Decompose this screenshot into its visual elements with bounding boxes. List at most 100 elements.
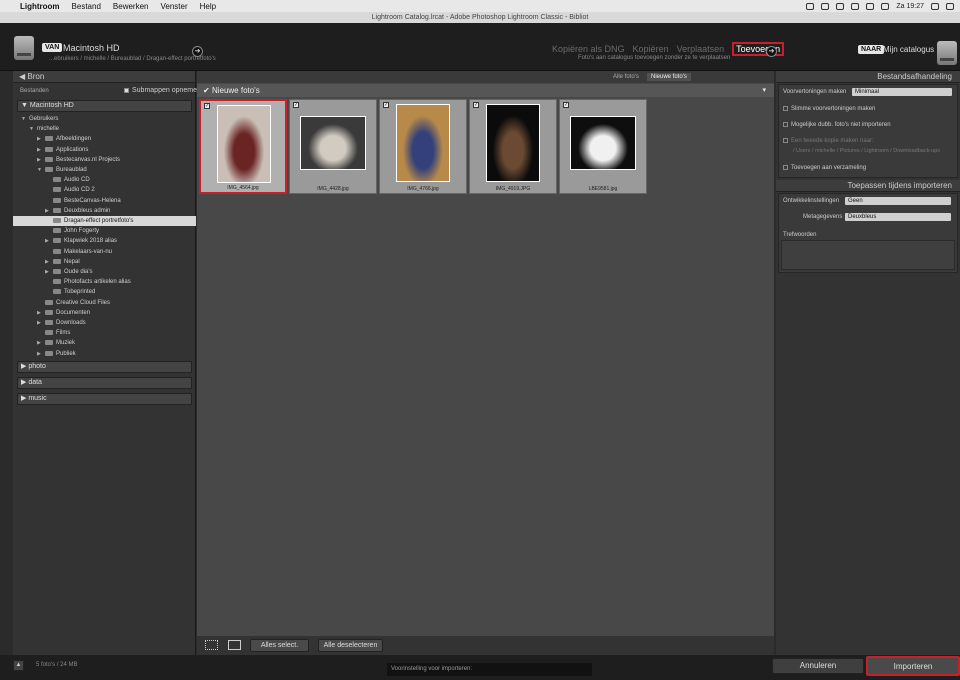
- checkbox-checked-icon[interactable]: ✓: [563, 102, 569, 108]
- check-icon[interactable]: ✔: [203, 86, 210, 95]
- volume-music[interactable]: ▶ music: [17, 393, 192, 405]
- section-header[interactable]: ✔ Nieuwe foto's ▾: [197, 84, 774, 97]
- checkbox-icon[interactable]: [783, 138, 788, 143]
- tree-item[interactable]: ▶ Klapwiek 2018 alias: [13, 236, 117, 246]
- tree-item[interactable]: Tobeprinted: [13, 287, 95, 297]
- tree-item[interactable]: Audio CD 2: [13, 185, 95, 195]
- expand-up-icon[interactable]: ▲: [13, 660, 24, 671]
- checkbox-icon[interactable]: [783, 165, 788, 170]
- tree-item[interactable]: John Fogerty: [13, 226, 99, 236]
- tree-item[interactable]: ▶ Applications: [13, 145, 88, 155]
- tree-item[interactable]: Photofacts artikelen alias: [13, 277, 131, 287]
- menu-bewerken[interactable]: Bewerken: [107, 2, 155, 11]
- status-icon[interactable]: [836, 2, 845, 10]
- keywords-field[interactable]: [781, 240, 955, 270]
- photo-thumbnail[interactable]: ✓ IMG_4428.jpg: [289, 99, 377, 194]
- destination-name[interactable]: Mijn catalogus: [883, 45, 934, 54]
- status-icon[interactable]: [806, 2, 815, 10]
- source-name[interactable]: Macintosh HD: [63, 43, 120, 53]
- volume-data[interactable]: ▶ data: [17, 377, 192, 389]
- collapse-triangle-icon[interactable]: ▶: [37, 308, 45, 318]
- volume-photo[interactable]: ▶ photo: [17, 361, 192, 373]
- tree-item[interactable]: Makelaars-van-nu: [13, 247, 112, 257]
- develop-select[interactable]: Geen: [845, 197, 951, 205]
- tree-item[interactable]: ▶ Downloads: [13, 318, 86, 328]
- tree-item[interactable]: ▶ Bestecanvas.nl Projects: [13, 155, 120, 165]
- tree-item[interactable]: Creative Cloud Files: [13, 298, 110, 308]
- menu-app[interactable]: Lightroom: [14, 2, 66, 11]
- photo-thumbnail[interactable]: ✓ IMG_4766.jpg: [379, 99, 467, 194]
- no-duplicates-checkbox[interactable]: Mogelijke dubb. foto's niet importeren: [783, 122, 891, 128]
- folder-icon: [53, 279, 61, 285]
- source-panel-header[interactable]: ◀ Bron: [13, 71, 195, 83]
- tree-item[interactable]: Audio CD: [13, 175, 90, 185]
- include-subfolders[interactable]: Submappen opnemen: [124, 87, 201, 94]
- menu-triangle-icon[interactable]: ▾: [762, 84, 766, 97]
- collapse-triangle-icon[interactable]: ▶: [37, 349, 45, 359]
- collapse-triangle-icon[interactable]: ▶: [37, 134, 45, 144]
- expand-triangle-icon[interactable]: ▼: [21, 114, 29, 124]
- select-all-button[interactable]: Alles select.: [250, 639, 309, 652]
- tree-item[interactable]: ▶ Publiek: [13, 349, 76, 359]
- battery-icon[interactable]: [881, 2, 890, 10]
- expand-triangle-icon[interactable]: ▼: [29, 124, 37, 134]
- checkbox-icon[interactable]: [783, 106, 788, 111]
- photo-thumbnail[interactable]: ✓ IMG_4564.jpg: [199, 99, 287, 194]
- tree-item[interactable]: ▶ Documenten: [13, 308, 90, 318]
- photo-thumbnail[interactable]: ✓ LBE9581.jpg: [559, 99, 647, 194]
- collapse-triangle-icon[interactable]: ▶: [45, 267, 53, 277]
- add-to-collection-checkbox[interactable]: Toevoegen aan verzameling: [783, 165, 866, 171]
- tree-item[interactable]: ▼ Bureaublad: [13, 165, 87, 175]
- tree-item[interactable]: ▶ Deuxbleus admin: [13, 206, 110, 216]
- collapse-triangle-icon[interactable]: ▶: [45, 236, 53, 246]
- checkbox-checked-icon[interactable]: ✓: [473, 102, 479, 108]
- wifi-icon[interactable]: [851, 2, 860, 10]
- file-handling-header[interactable]: Bestandsafhandeling: [776, 71, 960, 83]
- metadata-select[interactable]: Deuxbleus: [845, 213, 951, 221]
- tab-all-photos[interactable]: Alle foto's: [609, 73, 643, 81]
- tree-item[interactable]: ▶ Oude dia's: [13, 267, 93, 277]
- cancel-button[interactable]: Annuleren: [772, 658, 864, 674]
- grid-view-icon[interactable]: [205, 640, 218, 650]
- previews-select[interactable]: Minimaal: [852, 88, 952, 96]
- checkbox-checked-icon[interactable]: ✓: [204, 103, 210, 109]
- collapse-triangle-icon[interactable]: ▶: [37, 338, 45, 348]
- tree-item[interactable]: ▶ Muziek: [13, 338, 75, 348]
- import-preset[interactable]: Voorinstelling voor importeren:: [387, 663, 592, 676]
- checkbox-checked-icon[interactable]: ✓: [383, 102, 389, 108]
- volume-macintosh-hd[interactable]: ▼ Macintosh HD: [17, 100, 192, 112]
- tree-item[interactable]: BesteCanvas-Helena: [13, 196, 121, 206]
- tab-new-photos[interactable]: Nieuwe foto's: [647, 73, 691, 81]
- deselect-all-button[interactable]: Alle deselecteren: [318, 639, 383, 652]
- collapse-triangle-icon[interactable]: ▶: [37, 145, 45, 155]
- checkbox-checked-icon[interactable]: [124, 87, 129, 93]
- import-button[interactable]: Importeren: [866, 656, 960, 676]
- clock[interactable]: Za 19:27: [896, 3, 924, 10]
- tree-item[interactable]: ▶ Nepal: [13, 257, 80, 267]
- checkbox-checked-icon[interactable]: ✓: [293, 102, 299, 108]
- checkbox-icon[interactable]: [783, 122, 788, 127]
- menu-venster[interactable]: Venster: [154, 2, 193, 11]
- expand-triangle-icon[interactable]: ▼: [37, 165, 45, 175]
- collapse-triangle-icon[interactable]: ▶: [45, 206, 53, 216]
- apply-during-import-header[interactable]: Toepassen tijdens importeren: [776, 180, 960, 192]
- add-to-collection-label: Toevoegen aan verzameling: [791, 165, 867, 172]
- menu-help[interactable]: Help: [194, 2, 222, 11]
- tree-item[interactable]: Dragan-effect portretfoto's: [13, 216, 196, 226]
- volume-icon[interactable]: [866, 2, 875, 10]
- menu-list-icon[interactable]: [946, 2, 954, 10]
- collapse-triangle-icon[interactable]: ▶: [45, 257, 53, 267]
- collapse-triangle-icon[interactable]: ▶: [37, 318, 45, 328]
- menu-bestand[interactable]: Bestand: [66, 2, 107, 11]
- tree-item[interactable]: ▶ Afbeeldingen: [13, 134, 91, 144]
- second-copy-checkbox[interactable]: Een tweede kopie maken naar:: [783, 138, 874, 144]
- photo-thumbnail[interactable]: ✓ IMG_4919.JPG: [469, 99, 557, 194]
- search-icon[interactable]: [931, 2, 939, 10]
- smart-previews-checkbox[interactable]: Slimme voorvertoningen maken: [783, 106, 875, 112]
- tree-item[interactable]: ▼ michelle: [13, 124, 59, 134]
- collapse-triangle-icon[interactable]: ▶: [37, 155, 45, 165]
- tree-item[interactable]: ▼ Gebruikers: [13, 114, 58, 124]
- loupe-view-icon[interactable]: [228, 640, 241, 650]
- tree-item[interactable]: Films: [13, 328, 70, 338]
- status-icon[interactable]: [821, 2, 830, 10]
